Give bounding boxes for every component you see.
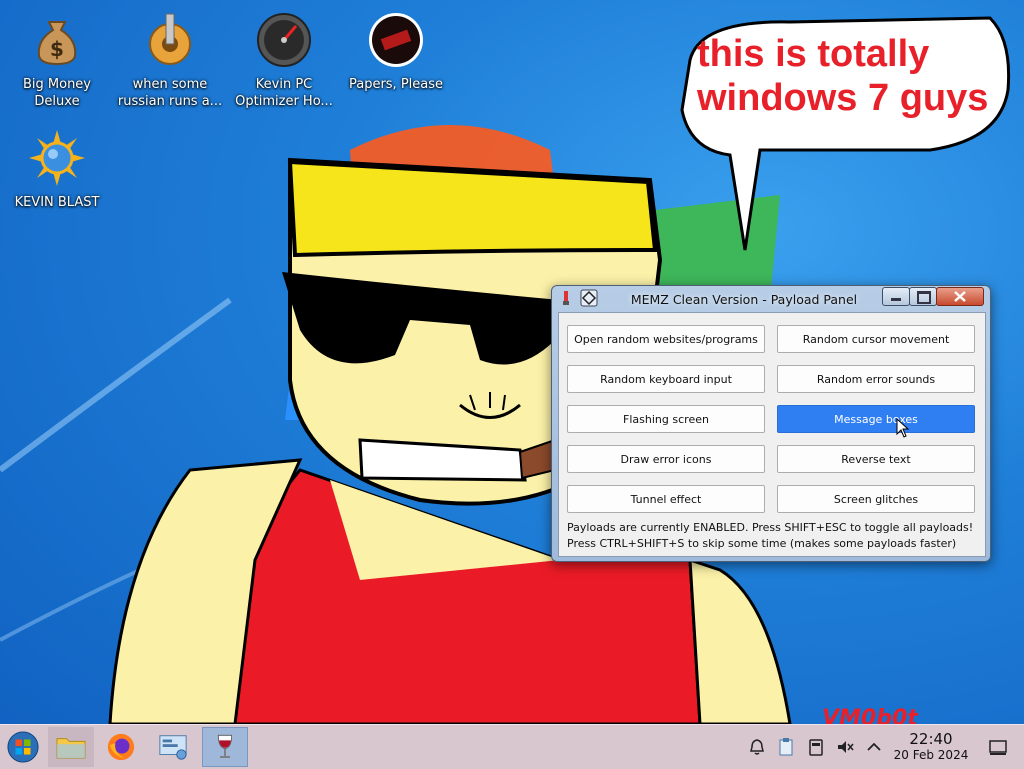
payload-panel-window: MEMZ Clean Version - Payload Panel Open … <box>551 285 991 562</box>
status-text-line2: Press CTRL+SHIFT+S to skip some time (ma… <box>567 537 957 550</box>
desktop-icon-label: Papers, Please <box>348 77 444 92</box>
close-button[interactable] <box>936 287 984 306</box>
payload-button-keyboard-input[interactable]: Random keyboard input <box>567 365 765 393</box>
payload-button-tunnel-effect[interactable]: Tunnel effect <box>567 485 765 513</box>
desktop-icon-kevin-pc-optimizer[interactable]: Kevin PC Optimizer Ho... <box>229 12 339 110</box>
payload-button-screen-glitches[interactable]: Screen glitches <box>777 485 975 513</box>
wine-glass-icon <box>217 734 233 758</box>
gear-icon <box>149 13 191 65</box>
svg-text:$: $ <box>50 37 64 61</box>
desktop-icon-big-money-deluxe[interactable]: $ Big Money Deluxe <box>2 12 112 110</box>
start-button[interactable] <box>0 727 46 767</box>
desktop-icon-label: when some russian runs a... <box>117 77 223 109</box>
speech-bubble-text: this is totally windows 7 guys <box>697 32 997 120</box>
button-label: Tunnel effect <box>630 492 702 506</box>
button-label: Draw error icons <box>620 452 712 466</box>
button-label: Reverse text <box>841 452 911 466</box>
payload-button-reverse-text[interactable]: Reverse text <box>777 445 975 473</box>
chevron-up-icon[interactable] <box>864 737 884 757</box>
desktop-icon-russian[interactable]: when some russian runs a... <box>115 12 225 110</box>
storage-icon[interactable] <box>806 737 826 757</box>
button-label: Flashing screen <box>623 412 709 426</box>
button-label: Random keyboard input <box>600 372 732 386</box>
desktop-icon-label: Kevin PC Optimizer Ho... <box>235 77 333 109</box>
window-title: MEMZ Clean Version - Payload Panel <box>630 292 858 307</box>
speech-bubble-line1: this is totally <box>697 33 930 75</box>
button-label: Random cursor movement <box>802 332 950 346</box>
taskbar-file-manager[interactable] <box>48 727 94 767</box>
clock-time: 22:40 <box>909 730 953 748</box>
start-orb-icon <box>7 731 39 763</box>
notifications-icon[interactable] <box>747 737 767 757</box>
minimize-button[interactable] <box>882 287 910 306</box>
taskbar-wine[interactable] <box>202 727 248 767</box>
clipboard-icon[interactable] <box>776 737 796 757</box>
payload-button-error-sounds[interactable]: Random error sounds <box>777 365 975 393</box>
speech-bubble-line2: windows 7 guys <box>697 77 989 119</box>
volume-muted-icon[interactable] <box>835 737 855 757</box>
minimize-icon <box>891 298 901 301</box>
file-manager-icon <box>56 738 86 759</box>
taskbar-control-panel[interactable] <box>150 727 196 767</box>
mouse-cursor-icon <box>896 418 910 438</box>
payload-button-cursor-movement[interactable]: Random cursor movement <box>777 325 975 353</box>
maximize-button[interactable] <box>909 287 937 306</box>
button-label: Random error sounds <box>816 372 936 386</box>
taskbar-firefox[interactable] <box>98 727 144 767</box>
taskbar-clock[interactable]: 22:40 20 Feb 2024 <box>888 731 974 763</box>
payload-button-error-icons[interactable]: Draw error icons <box>567 445 765 473</box>
desktop-icon-label: Big Money Deluxe <box>22 77 91 109</box>
close-icon <box>954 291 966 302</box>
maximize-icon <box>917 291 931 304</box>
stamp-icon <box>369 13 423 67</box>
status-text-line1: Payloads are currently ENABLED. Press SH… <box>567 521 974 534</box>
payload-button-open-random[interactable]: Open random websites/programs <box>567 325 765 353</box>
money-bag-icon: $ <box>37 21 77 66</box>
payload-button-message-boxes[interactable]: Message boxes <box>777 405 975 433</box>
desktop-icon-papers-please[interactable]: Papers, Please <box>341 12 451 93</box>
button-label: Screen glitches <box>833 492 919 506</box>
desktop-icon-kevin-blast[interactable]: KEVIN BLAST <box>2 130 112 211</box>
payload-button-flashing-screen[interactable]: Flashing screen <box>567 405 765 433</box>
gauge-icon <box>257 13 311 67</box>
show-desktop-icon[interactable] <box>988 737 1008 757</box>
desktop-icon-label: KEVIN BLAST <box>14 195 100 210</box>
sun-globe-icon <box>29 130 85 186</box>
control-panel-icon <box>159 735 187 760</box>
window-titlebar[interactable]: MEMZ Clean Version - Payload Panel <box>552 286 990 312</box>
firefox-icon <box>107 733 135 761</box>
taskbar: 22:40 20 Feb 2024 <box>0 724 1024 769</box>
button-label: Open random websites/programs <box>574 332 758 346</box>
window-client-area: Open random websites/programs Random cur… <box>558 312 986 557</box>
clock-date: 20 Feb 2024 <box>893 748 969 762</box>
